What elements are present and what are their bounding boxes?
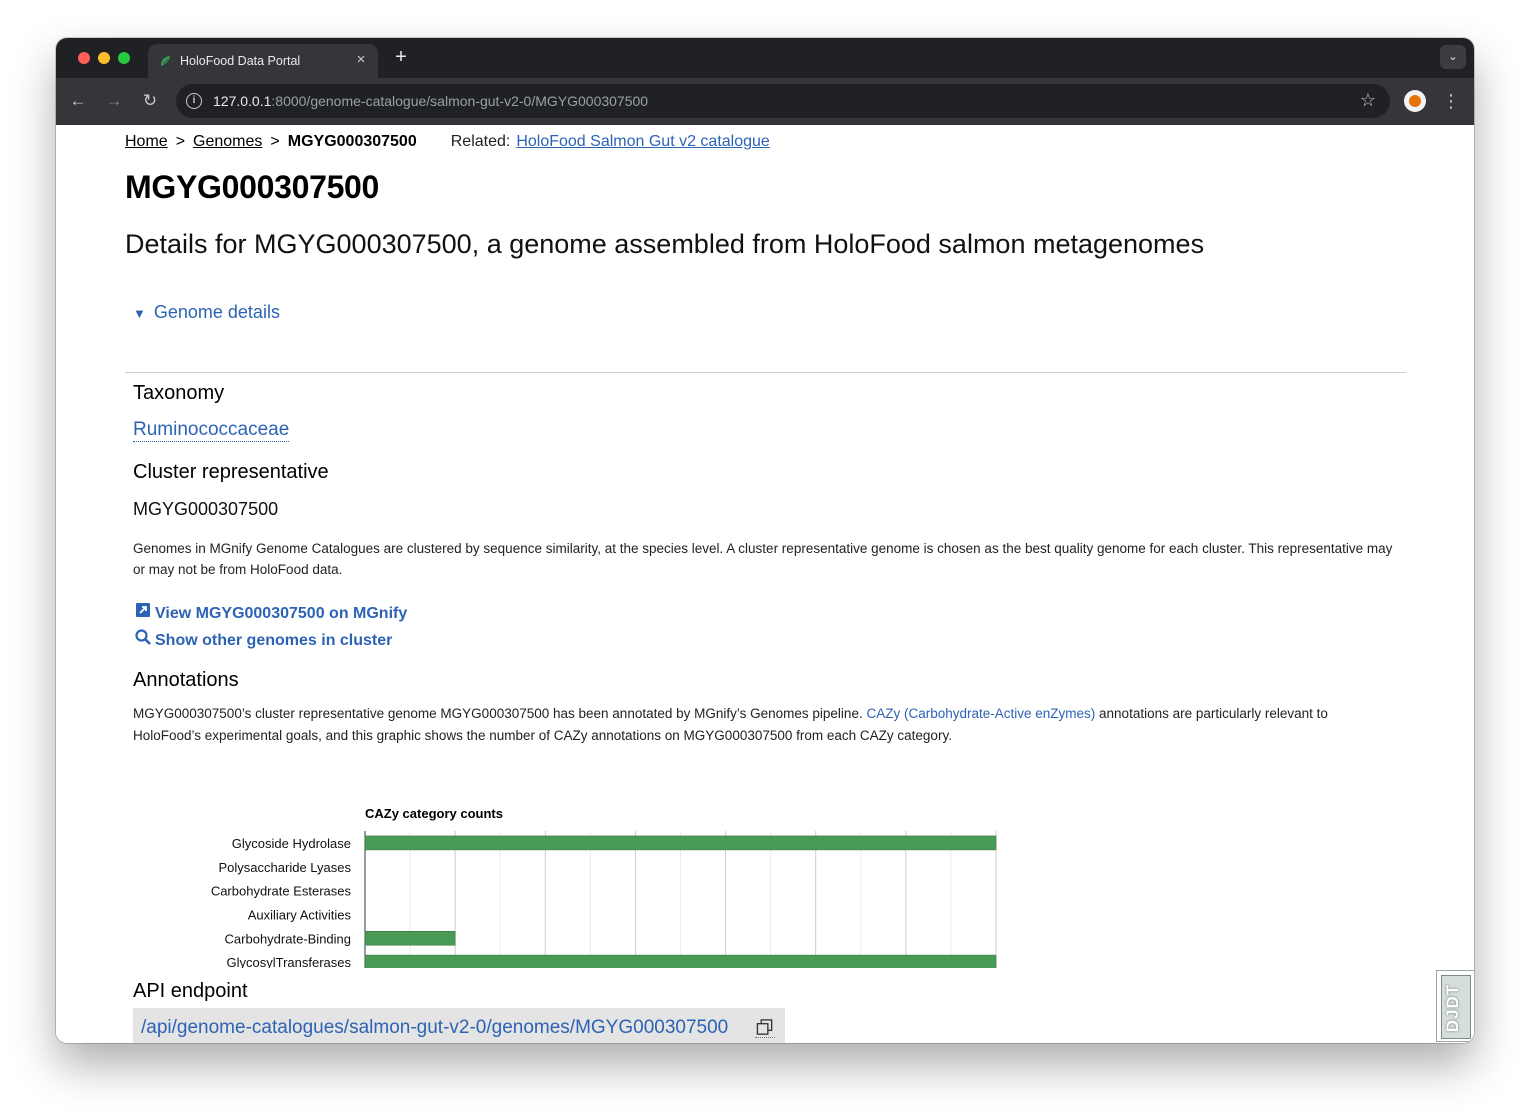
forward-button[interactable]: → xyxy=(102,89,126,113)
page-content: Home > Genomes > MGYG000307500 Related: HoloFo… xyxy=(56,125,1474,1043)
chart-category-label: Polysaccharide Lyases xyxy=(219,860,352,875)
annotations-heading: Annotations xyxy=(133,669,239,691)
annotations-text-1: MGYG000307500’s cluster representative g… xyxy=(133,706,867,721)
breadcrumb-separator: > xyxy=(175,133,186,150)
django-debug-toolbar-handle[interactable]: DJDT xyxy=(1436,970,1474,1042)
maximize-window-button[interactable] xyxy=(118,52,130,64)
browser-tab[interactable]: HoloFood Data Portal × xyxy=(148,44,378,78)
related-catalogue-link[interactable]: HoloFood Salmon Gut v2 catalogue xyxy=(516,133,769,150)
browser-toolbar: ← → ↻ i 127.0.0.1:8000/genome-catalogue/… xyxy=(56,78,1474,125)
external-link-icon xyxy=(136,603,150,617)
page-title: MGYG000307500 xyxy=(125,169,380,205)
genome-details-toggle[interactable]: ▼ Genome details xyxy=(133,302,280,323)
disclosure-triangle-icon: ▼ xyxy=(133,306,146,321)
djdt-badge: DJDT xyxy=(1441,975,1471,1039)
chart-category-label: Glycoside Hydrolase xyxy=(232,836,351,851)
title-bar: HoloFood Data Portal × + ⌄ xyxy=(56,38,1474,78)
chart-category-label: Carbohydrate Esterases xyxy=(211,884,352,899)
search-icon xyxy=(135,629,151,645)
chart-bar xyxy=(364,931,456,946)
back-button[interactable]: ← xyxy=(66,89,90,113)
view-on-mgnify-link[interactable]: View MGYG000307500 on MGnify xyxy=(135,602,407,623)
api-endpoint-box: /api/genome-catalogues/salmon-gut-v2-0/g… xyxy=(133,1008,785,1043)
chart-category-label: Auxiliary Activities xyxy=(248,907,352,922)
taxonomy-link[interactable]: Ruminococcaceae xyxy=(133,419,290,442)
close-tab-icon[interactable]: × xyxy=(352,51,370,69)
close-window-button[interactable] xyxy=(78,52,90,64)
browser-menu-icon[interactable]: ⋮ xyxy=(1442,89,1460,113)
divider xyxy=(125,372,1406,373)
url-text[interactable]: 127.0.0.1:8000/genome-catalogue/salmon-g… xyxy=(213,93,648,109)
cluster-heading: Cluster representative xyxy=(133,461,329,483)
chart-category-label: GlycosylTransferases xyxy=(227,955,352,968)
tab-search-button[interactable]: ⌄ xyxy=(1440,45,1466,69)
site-info-icon[interactable]: i xyxy=(186,93,202,109)
address-bar[interactable]: i 127.0.0.1:8000/genome-catalogue/salmon… xyxy=(176,84,1390,118)
bookmark-star-icon[interactable]: ☆ xyxy=(1360,90,1376,111)
breadcrumb-separator: > xyxy=(270,133,280,150)
breadcrumb: Home > Genomes > MGYG000307500 Related: HoloFo… xyxy=(125,133,770,151)
holofood-favicon-icon xyxy=(161,56,170,66)
cluster-description: Genomes in MGnify Genome Catalogues are … xyxy=(133,541,1393,577)
show-cluster-genomes-link[interactable]: Show other genomes in cluster xyxy=(135,629,392,650)
cazy-category-chart: CAZy category counts Glycoside Hydrolase P… xyxy=(211,806,997,968)
chart-bar xyxy=(364,835,997,851)
djdt-label: DJDT xyxy=(1443,983,1463,1033)
tab-title: HoloFood Data Portal xyxy=(180,54,301,68)
reload-button[interactable]: ↻ xyxy=(138,89,162,113)
related-label: Related: xyxy=(450,133,511,150)
annotations-description: MGYG000307500’s cluster representative g… xyxy=(133,703,1393,747)
show-cluster-genomes-label: Show other genomes in cluster xyxy=(155,632,393,649)
url-path: :8000/genome-catalogue/salmon-gut-v2-0/M… xyxy=(271,93,649,109)
api-endpoint-link[interactable]: /api/genome-catalogues/salmon-gut-v2-0/g… xyxy=(141,1017,728,1039)
browser-window: HoloFood Data Portal × + ⌄ ← → ↻ i 127.0… xyxy=(56,38,1474,1043)
cluster-representative-id: MGYG000307500 xyxy=(133,499,279,519)
minimize-window-button[interactable] xyxy=(98,52,110,64)
chart-title: CAZy category counts xyxy=(365,806,503,821)
breadcrumb-genomes-link[interactable]: Genomes xyxy=(193,133,262,150)
copy-icon[interactable] xyxy=(755,1018,775,1038)
chart-bar xyxy=(364,954,997,968)
taxonomy-heading: Taxonomy xyxy=(133,382,225,404)
cazy-link[interactable]: CAZy (Carbohydrate-Active enZymes) xyxy=(866,706,1095,721)
genome-details-label: Genome details xyxy=(153,302,280,322)
extension-icon[interactable] xyxy=(1404,90,1426,112)
page-subtitle: Details for MGYG000307500, a genome asse… xyxy=(125,229,1205,259)
chart-category-label: Carbohydrate-Binding xyxy=(225,931,351,946)
view-on-mgnify-label: View MGYG000307500 on MGnify xyxy=(155,605,408,622)
api-endpoint-heading: API endpoint xyxy=(133,980,248,1002)
breadcrumb-current: MGYG000307500 xyxy=(287,133,417,150)
url-host: 127.0.0.1 xyxy=(213,93,272,109)
new-tab-button[interactable]: + xyxy=(390,46,412,68)
breadcrumb-home-link[interactable]: Home xyxy=(125,133,168,150)
